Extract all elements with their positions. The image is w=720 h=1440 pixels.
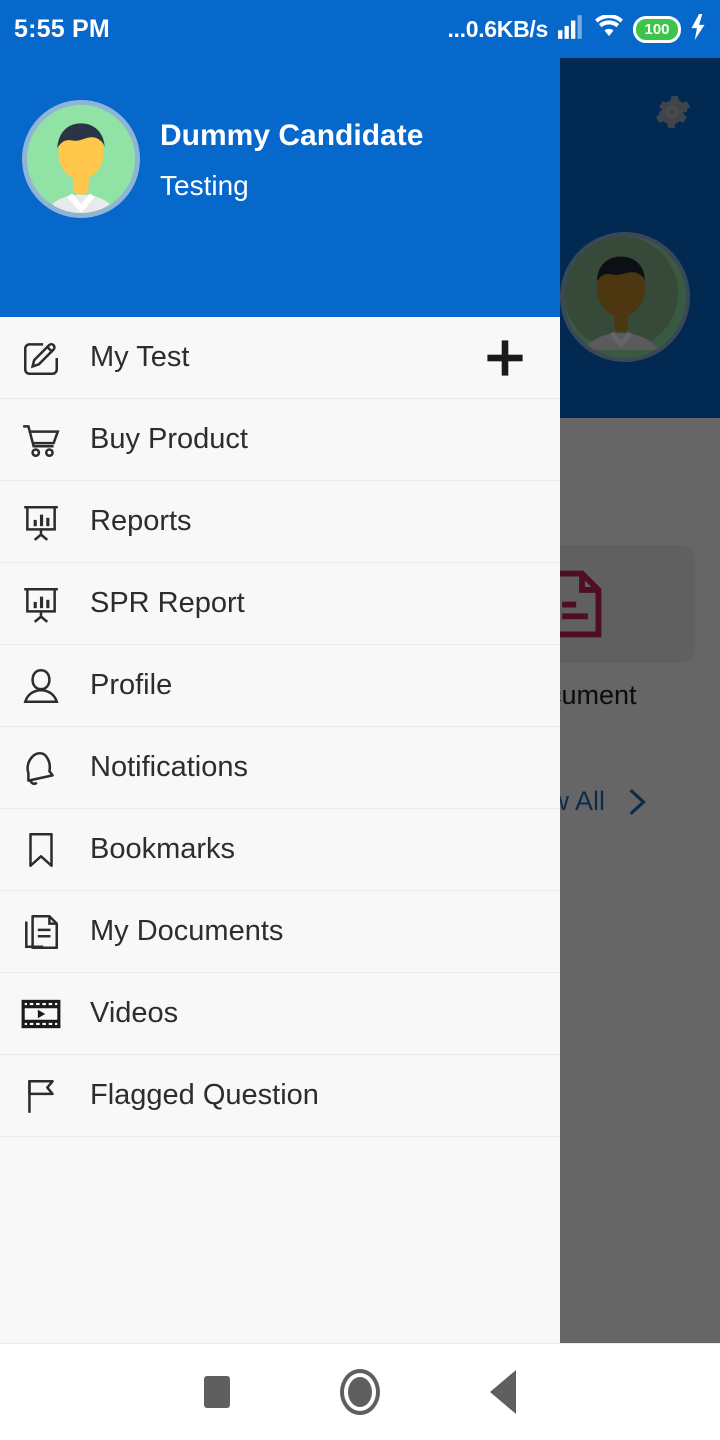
drawer-item-bookmarks[interactable]: Bookmarks	[0, 809, 560, 891]
flag-icon	[18, 1073, 64, 1119]
drawer-item-videos[interactable]: Videos	[0, 973, 560, 1055]
battery-level-label: 100	[644, 20, 670, 38]
charging-bolt-icon	[690, 13, 706, 45]
drawer-user-name: Dummy Candidate	[160, 119, 424, 152]
drawer-item-notifications[interactable]: Notifications	[0, 727, 560, 809]
chevron-right-icon	[623, 787, 649, 817]
bell-icon	[18, 745, 64, 791]
person-icon	[18, 663, 64, 709]
film-strip-icon	[18, 991, 64, 1037]
presentation-chart-icon	[18, 581, 64, 627]
drawer-item-label: Buy Product	[90, 423, 248, 455]
home-button[interactable]	[340, 1369, 380, 1415]
drawer-item-buy-product[interactable]: Buy Product	[0, 399, 560, 481]
bookmark-icon	[18, 827, 64, 873]
drawer-item-profile[interactable]: Profile	[0, 645, 560, 727]
drawer-item-label: Flagged Question	[90, 1079, 319, 1111]
network-speed-label: ...0.6KB/s	[447, 15, 548, 42]
drawer-user-role: Testing	[160, 170, 249, 201]
drawer-item-reports[interactable]: Reports	[0, 481, 560, 563]
drawer-menu-list: My Test Buy Product Reports SPR Report P…	[0, 317, 560, 1137]
avatar[interactable]	[22, 100, 140, 218]
avatar[interactable]	[560, 232, 690, 362]
recents-button[interactable]	[204, 1376, 230, 1408]
navigation-drawer: Dummy Candidate Testing My Test Buy Prod…	[0, 0, 560, 1343]
status-time: 5:55 PM	[14, 14, 110, 43]
edit-square-icon	[18, 335, 64, 381]
drawer-item-label: Bookmarks	[90, 833, 236, 865]
drawer-item-spr-report[interactable]: SPR Report	[0, 563, 560, 645]
drawer-item-my-test[interactable]: My Test	[0, 317, 560, 399]
presentation-chart-icon	[18, 499, 64, 545]
status-icons-group: ...0.6KB/s 100	[447, 13, 706, 45]
signal-bars-icon	[557, 14, 585, 44]
status-bar: 5:55 PM ...0.6KB/s 100	[0, 0, 720, 58]
add-test-button[interactable]	[480, 333, 530, 383]
system-navigation-bar	[0, 1343, 720, 1440]
wifi-icon	[594, 13, 624, 44]
drawer-item-label: My Documents	[90, 915, 284, 947]
gear-icon[interactable]	[652, 92, 692, 132]
drawer-item-label: Reports	[90, 505, 192, 537]
shopping-cart-icon	[18, 417, 64, 463]
home-button-inner	[348, 1377, 372, 1407]
drawer-item-label: Notifications	[90, 751, 248, 783]
documents-stack-icon	[18, 909, 64, 955]
drawer-item-label: SPR Report	[90, 587, 245, 619]
back-button[interactable]	[490, 1370, 516, 1414]
drawer-item-flagged-question[interactable]: Flagged Question	[0, 1055, 560, 1137]
drawer-item-label: Videos	[90, 997, 179, 1029]
drawer-item-label: My Test	[90, 341, 190, 373]
drawer-item-label: Profile	[90, 669, 173, 701]
battery-icon: 100	[633, 15, 681, 43]
drawer-item-my-documents[interactable]: My Documents	[0, 891, 560, 973]
